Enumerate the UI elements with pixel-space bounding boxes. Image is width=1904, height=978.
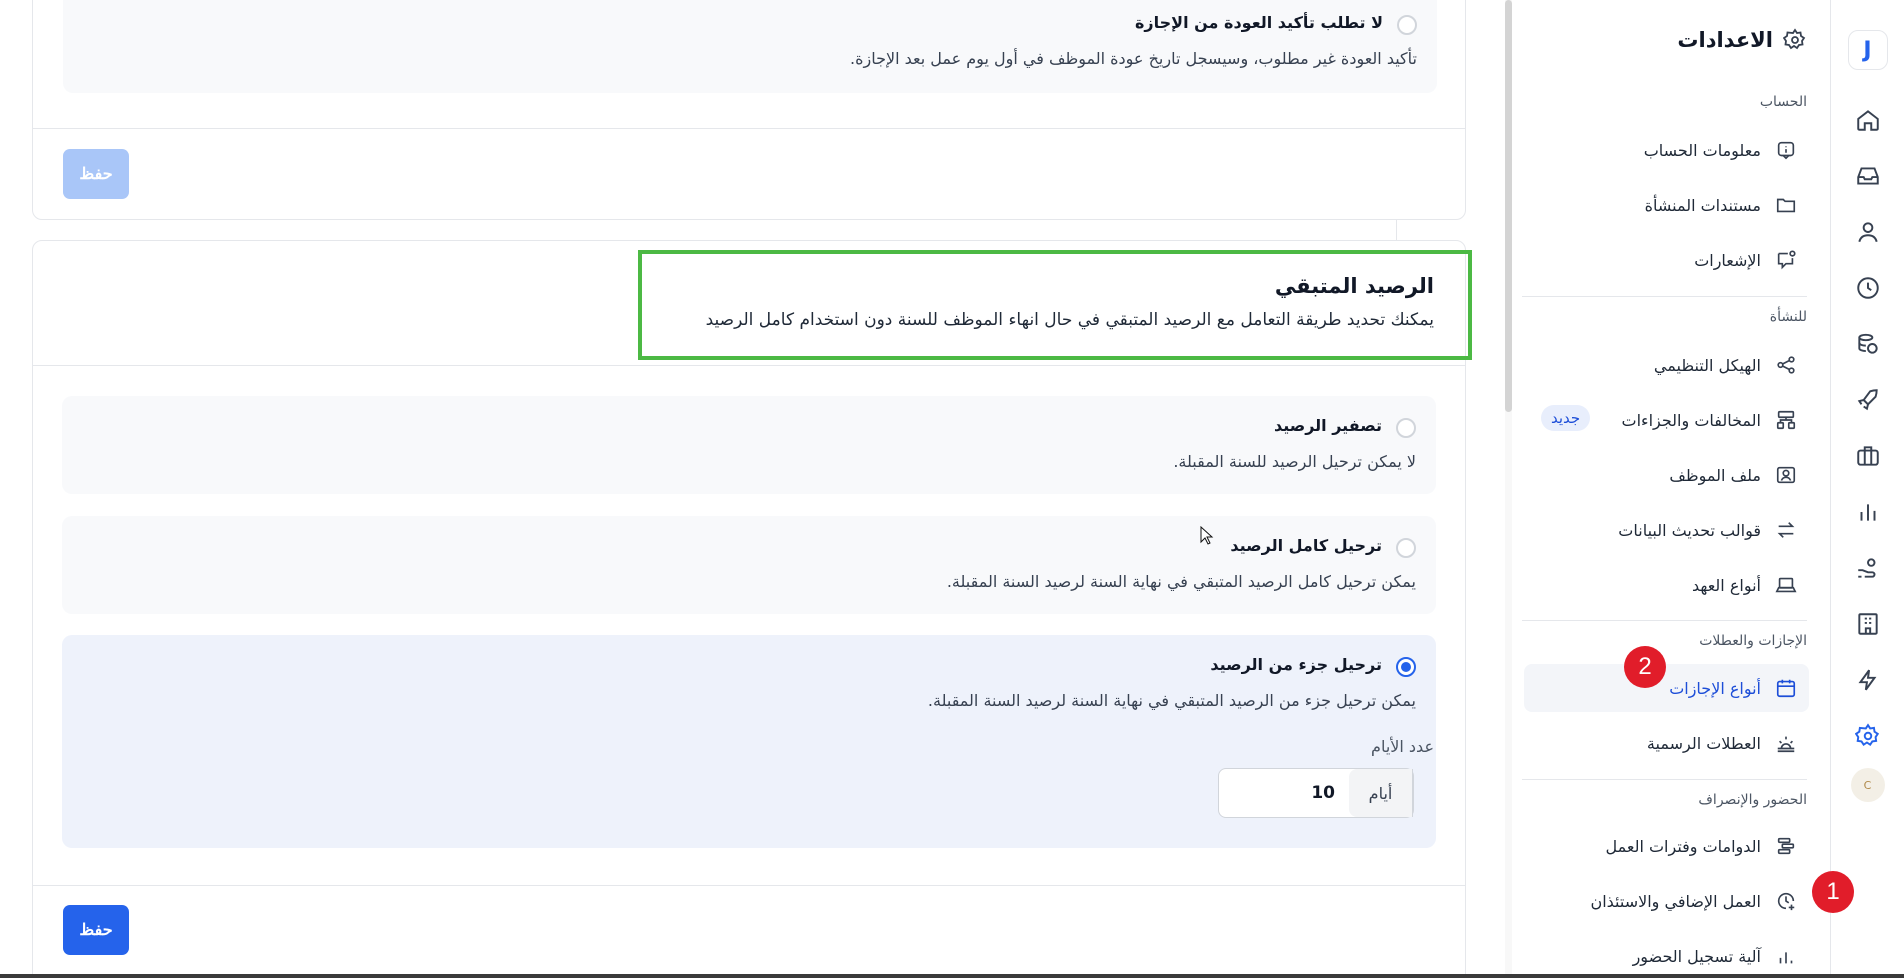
option-title: تصفير الرصيد [1273,416,1382,435]
mouse-cursor-icon [1200,526,1214,545]
save-button-disabled[interactable]: حفظ [63,149,129,199]
org-chart-icon [1777,356,1795,374]
menu-item-violations[interactable]: المخالفات والجزاءات جديد [1524,396,1809,444]
option-carry-full-balance[interactable]: ترحيل كامل الرصيد يمكن ترحيل كامل الرصيد… [62,516,1436,614]
avatar[interactable]: C [1850,768,1885,802]
radio-carry-full-balance[interactable] [1396,538,1416,558]
menu-item-official-holidays[interactable]: العطلات الرسمية [1524,719,1809,767]
option-desc: لا يمكن ترحيل الرصيد للسنة المقبلة. [1173,452,1416,471]
save-button[interactable]: حفظ [63,905,129,955]
return-confirmation-card: لا تطلب تأكيد العودة من الإجازة تأكيد ال… [32,0,1466,220]
id-card-icon [1776,466,1796,484]
section-title: الرصيد المتبقي [1274,274,1434,298]
radio-no-return-confirmation[interactable] [1397,15,1417,35]
home-icon[interactable] [1848,100,1888,140]
menu-item-label: الدوامات وفترات العمل [1605,836,1761,856]
new-badge: جديد [1541,405,1591,431]
days-unit: أيام [1349,769,1413,817]
option-desc: يمكن ترحيل كامل الرصيد المتبقي في نهاية … [946,572,1416,591]
days-value[interactable]: 10 [1219,769,1349,817]
app-logo[interactable]: J [1847,30,1888,70]
chart-icon[interactable] [1848,492,1888,532]
option-no-return-confirmation[interactable]: لا تطلب تأكيد العودة من الإجازة تأكيد ال… [63,0,1437,93]
sitemap-icon [1776,410,1796,430]
coins-icon[interactable] [1848,324,1888,364]
days-label: عدد الأيام [1371,737,1434,756]
panel-title-text: الاعدادات [1677,28,1773,52]
divider [1522,296,1807,297]
menu-item-label: معلومات الحساب [1643,140,1761,160]
calendar-icon [1776,679,1796,698]
gantt-icon [1777,837,1795,855]
inbox-icon[interactable] [1848,156,1888,196]
menu-item-attendance-mechanism[interactable]: آلية تسجيل الحضور [1524,932,1809,978]
menu-item-facility-docs[interactable]: مستندات المنشأة [1524,181,1809,229]
step-marker-2: 2 [1624,646,1666,688]
menu-item-leave-types[interactable]: أنواع الإجازات [1524,664,1809,712]
menu-item-label: قوالب تحديث البيانات [1618,520,1761,540]
bolt-icon[interactable] [1848,660,1888,700]
section-label-leaves: الإجازات والعطلات [1699,633,1807,649]
scrollbar-thumb[interactable] [1505,0,1512,412]
sunrise-icon [1777,736,1795,753]
folder-icon [1776,198,1796,213]
menu-item-label: ملف الموظف [1669,465,1761,485]
section-description: يمكنك تحديد طريقة التعامل مع الرصيد المت… [705,310,1434,330]
clock-icon[interactable] [1848,268,1888,308]
option-reset-balance[interactable]: تصفير الرصيد لا يمكن ترحيل الرصيد للسنة … [62,396,1436,494]
option-title: ترحيل كامل الرصيد [1230,536,1382,555]
menu-item-employee-file[interactable]: ملف الموظف [1524,451,1809,499]
menu-item-notifications[interactable]: الإشعارات [1524,236,1809,284]
menu-item-label: الهيكل التنظيمي [1653,355,1761,375]
icon-rail: J C [1830,0,1904,978]
laptop-icon [1775,577,1797,593]
option-desc: يمكن ترحيل جزء من الرصيد المتبقي في نهاي… [927,691,1416,710]
bottom-border [0,974,1904,978]
menu-item-update-templates[interactable]: قوالب تحديث البيانات [1524,506,1809,554]
menu-item-label: أنواع الإجازات [1669,678,1761,698]
panel-title: الاعدادات [1677,28,1807,52]
menu-item-label: آلية تسجيل الحضور [1632,946,1761,966]
gear-icon [1783,28,1806,50]
briefcase-icon[interactable] [1848,436,1888,476]
card-divider [33,128,1465,129]
highlight-box [638,250,1472,360]
menu-item-label: مستندات المنشأة [1644,195,1761,215]
menu-item-custody-types[interactable]: أنواع العهد [1524,561,1809,609]
menu-item-org-structure[interactable]: الهيكل التنظيمي [1524,341,1809,389]
arrows-exchange-icon [1777,522,1795,538]
content-scrollbar[interactable] [1505,0,1512,978]
menu-item-label: الإشعارات [1694,250,1761,270]
section-label-account: الحساب [1759,94,1807,110]
section-label-attendance: الحضور والإنصراف [1698,792,1807,808]
card-divider [33,365,1465,366]
divider [1522,779,1807,780]
hand-coin-icon[interactable] [1848,548,1888,588]
radio-reset-balance[interactable] [1396,418,1416,438]
menu-item-overtime[interactable]: العمل الإضافي والاستئذان [1524,877,1809,925]
clock-plus-icon [1777,892,1795,911]
days-input[interactable]: 10 أيام [1218,768,1414,818]
rocket-icon[interactable] [1848,380,1888,420]
menu-item-label: العمل الإضافي والاستئذان [1590,891,1761,911]
menu-item-label: أنواع العهد [1691,575,1761,595]
section-label-facility: للنشأة [1769,309,1807,325]
menu-item-account-info[interactable]: معلومات الحساب [1524,126,1809,174]
card-divider [33,885,1465,886]
divider [1522,620,1807,621]
bar-chart-icon [1779,952,1793,964]
step-marker-1: 1 [1812,871,1854,913]
menu-item-shifts[interactable]: الدوامات وفترات العمل [1524,822,1809,870]
radio-carry-partial-balance[interactable] [1396,657,1416,677]
option-desc: تأكيد العودة غير مطلوب، وسيسجل تاريخ عود… [850,49,1417,68]
user-icon[interactable] [1848,212,1888,252]
option-title: ترحيل جزء من الرصيد [1210,655,1382,674]
message-alert-icon [1777,250,1796,270]
info-icon [1777,141,1795,160]
option-title: لا تطلب تأكيد العودة من الإجازة [1134,13,1383,32]
gear-icon[interactable] [1848,716,1888,756]
menu-item-label: العطلات الرسمية [1646,733,1761,753]
building-icon[interactable] [1848,604,1888,644]
menu-item-label: المخالفات والجزاءات [1621,410,1761,430]
